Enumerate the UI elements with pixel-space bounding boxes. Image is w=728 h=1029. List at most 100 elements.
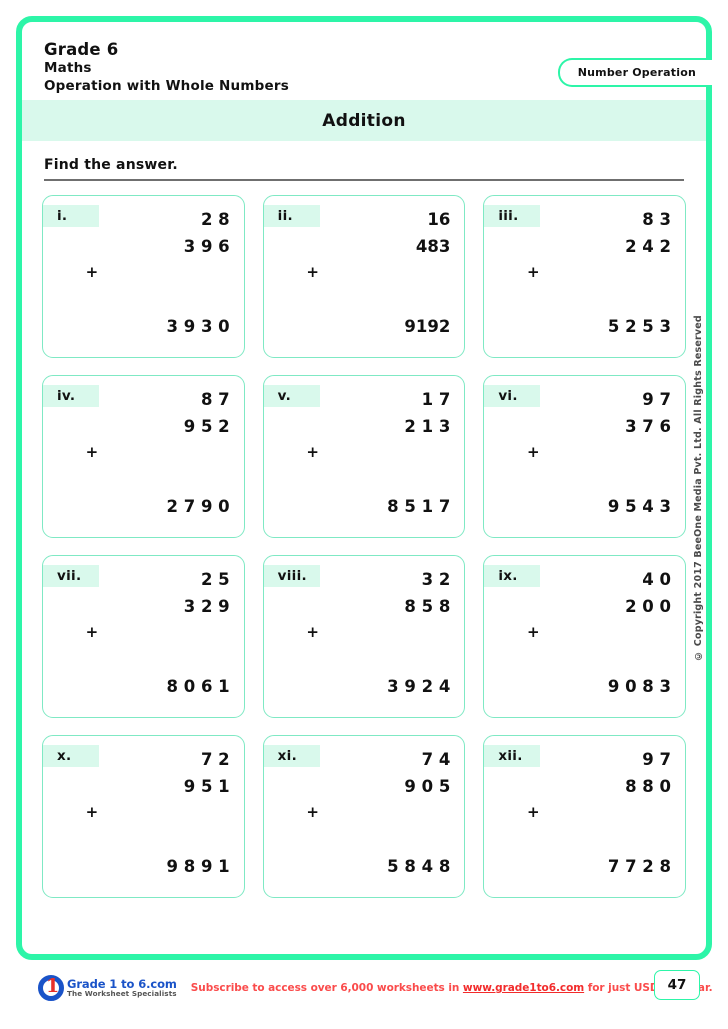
logo-one-glyph: 1 <box>46 975 60 997</box>
addend-second: 9 5 2 <box>183 416 230 436</box>
problem-card[interactable]: ii. 16 483 + 9192 <box>262 195 466 358</box>
addend-third-row: + 5 2 5 3 <box>521 260 671 357</box>
addend-third: 5 2 5 3 <box>607 316 671 336</box>
problem-sum: 7 2 9 5 1 + 9 8 9 1 <box>80 747 230 897</box>
page-title: Addition <box>322 110 406 131</box>
problem-sum: 2 5 3 2 9 + 8 0 6 1 <box>80 567 230 717</box>
addend-third: 3 9 2 4 <box>387 676 451 696</box>
plus-sign: + <box>306 263 319 282</box>
addend-second: 2 1 3 <box>404 416 451 436</box>
addend-third: 9 5 4 3 <box>607 496 671 516</box>
addend-first: 9 7 <box>642 750 671 769</box>
addend-second: 8 8 0 <box>625 776 671 796</box>
addend-third: 8 5 1 7 <box>387 496 451 516</box>
problem-grid: i. 2 8 3 9 6 + 3 9 3 0 ii. 16 483 + 9192 <box>22 181 706 898</box>
addend-first: 7 4 <box>421 750 451 769</box>
problem-card[interactable]: iv. 8 7 9 5 2 + 2 7 9 0 <box>42 375 245 538</box>
addend-first: 1 7 <box>421 390 451 409</box>
plus-sign: + <box>85 263 99 282</box>
addend-second: 483 <box>415 236 451 256</box>
problem-sum: 3 2 8 5 8 + 3 9 2 4 <box>300 567 451 717</box>
addend-second: 9 0 5 <box>404 776 451 796</box>
problem-sum: 8 3 2 4 2 + 5 2 5 3 <box>521 207 671 357</box>
addend-second: 3 9 6 <box>183 236 230 256</box>
problem-card[interactable]: viii. 3 2 8 5 8 + 3 9 2 4 <box>262 555 466 718</box>
problem-sum: 7 4 9 0 5 + 5 8 4 8 <box>300 747 451 897</box>
title-band: Addition <box>22 100 706 141</box>
addend-third: 7 7 2 8 <box>607 856 671 876</box>
addend-third-row: + 9 5 4 3 <box>521 440 671 537</box>
addend-second: 3 7 6 <box>625 416 671 436</box>
addend-first: 16 <box>427 210 451 229</box>
addend-third-row: + 3 9 2 4 <box>300 620 451 717</box>
addend-first: 2 5 <box>200 570 230 589</box>
addend-third-row: + 9 8 9 1 <box>80 800 230 897</box>
worksheet-page: Grade 6 Maths Operation with Whole Numbe… <box>16 16 712 960</box>
plus-sign: + <box>306 443 319 462</box>
addend-first: 2 8 <box>200 210 230 229</box>
problem-card[interactable]: xii. 9 7 8 8 0 + 7 7 2 8 <box>483 735 686 898</box>
addend-third: 9 8 9 1 <box>166 856 230 876</box>
addend-third-row: + 9 0 8 3 <box>521 620 671 717</box>
addend-second: 2 4 2 <box>625 236 671 256</box>
plus-sign: + <box>527 803 540 822</box>
problem-sum: 9 7 3 7 6 + 9 5 4 3 <box>521 387 671 537</box>
addend-second: 2 0 0 <box>625 596 671 616</box>
addend-third: 8 0 6 1 <box>166 676 230 696</box>
problem-card[interactable]: ix. 4 0 2 0 0 + 9 0 8 3 <box>483 555 686 718</box>
addend-third-row: + 8 0 6 1 <box>80 620 230 717</box>
logo-icon: 1 <box>38 975 64 1001</box>
plus-sign: + <box>527 623 540 642</box>
site-logo[interactable]: 1 Grade 1 to 6.com The Worksheet Special… <box>38 975 177 1001</box>
problem-card[interactable]: x. 7 2 9 5 1 + 9 8 9 1 <box>42 735 245 898</box>
topic-badge: Number Operation <box>557 58 712 87</box>
addend-second: 3 2 9 <box>183 596 230 616</box>
addend-third-row: + 8 5 1 7 <box>300 440 451 537</box>
problem-sum: 9 7 8 8 0 + 7 7 2 8 <box>521 747 671 897</box>
worksheet-footer: 1 Grade 1 to 6.com The Worksheet Special… <box>16 968 713 1016</box>
addend-third: 9 0 8 3 <box>607 676 671 696</box>
plus-sign: + <box>306 803 319 822</box>
addend-first: 9 7 <box>642 390 671 409</box>
problem-sum: 2 8 3 9 6 + 3 9 3 0 <box>80 207 230 357</box>
problem-card[interactable]: i. 2 8 3 9 6 + 3 9 3 0 <box>42 195 245 358</box>
addend-third-row: + 2 7 9 0 <box>80 440 230 537</box>
addend-second: 9 5 1 <box>183 776 230 796</box>
worksheet-header: Grade 6 Maths Operation with Whole Numbe… <box>22 22 712 100</box>
addend-first: 8 3 <box>642 210 671 229</box>
page-number: 47 <box>654 970 700 1000</box>
plus-sign: + <box>527 443 540 462</box>
addend-third: 2 7 9 0 <box>166 496 230 516</box>
instruction-area: Find the answer. <box>22 141 706 181</box>
subscribe-text: Subscribe to access over 6,000 worksheet… <box>191 982 713 994</box>
problem-card[interactable]: iii. 8 3 2 4 2 + 5 2 5 3 <box>483 195 686 358</box>
addend-third-row: + 5 8 4 8 <box>300 800 451 897</box>
logo-tagline: The Worksheet Specialists <box>67 989 177 999</box>
addend-first: 7 2 <box>200 750 230 769</box>
subscribe-prefix: Subscribe to access over 6,000 worksheet… <box>190 982 463 994</box>
subscribe-link[interactable]: www.grade1to6.com <box>463 982 584 994</box>
plus-sign: + <box>527 263 540 282</box>
plus-sign: + <box>85 623 99 642</box>
addend-first: 4 0 <box>642 570 671 589</box>
problem-card[interactable]: v. 1 7 2 1 3 + 8 5 1 7 <box>262 375 466 538</box>
addend-third-row: + 9192 <box>300 260 451 357</box>
plus-sign: + <box>85 443 99 462</box>
addend-second: 8 5 8 <box>404 596 451 616</box>
problem-sum: 8 7 9 5 2 + 2 7 9 0 <box>80 387 230 537</box>
problem-card[interactable]: xi. 7 4 9 0 5 + 5 8 4 8 <box>262 735 466 898</box>
addend-first: 3 2 <box>421 570 451 589</box>
addend-third: 9192 <box>404 316 451 336</box>
addend-third: 5 8 4 8 <box>387 856 451 876</box>
instruction-text: Find the answer. <box>44 157 178 173</box>
addend-third-row: + 3 9 3 0 <box>80 260 230 357</box>
problem-sum: 1 7 2 1 3 + 8 5 1 7 <box>300 387 451 537</box>
problem-card[interactable]: vi. 9 7 3 7 6 + 9 5 4 3 <box>483 375 686 538</box>
plus-sign: + <box>85 803 99 822</box>
copyright-notice: © Copyright 2017 BeeOne Media Pvt. Ltd. … <box>693 315 704 661</box>
addend-third-row: + 7 7 2 8 <box>521 800 671 897</box>
addend-third: 3 9 3 0 <box>166 316 230 336</box>
problem-card[interactable]: vii. 2 5 3 2 9 + 8 0 6 1 <box>42 555 245 718</box>
plus-sign: + <box>306 623 319 642</box>
problem-sum: 4 0 2 0 0 + 9 0 8 3 <box>521 567 671 717</box>
